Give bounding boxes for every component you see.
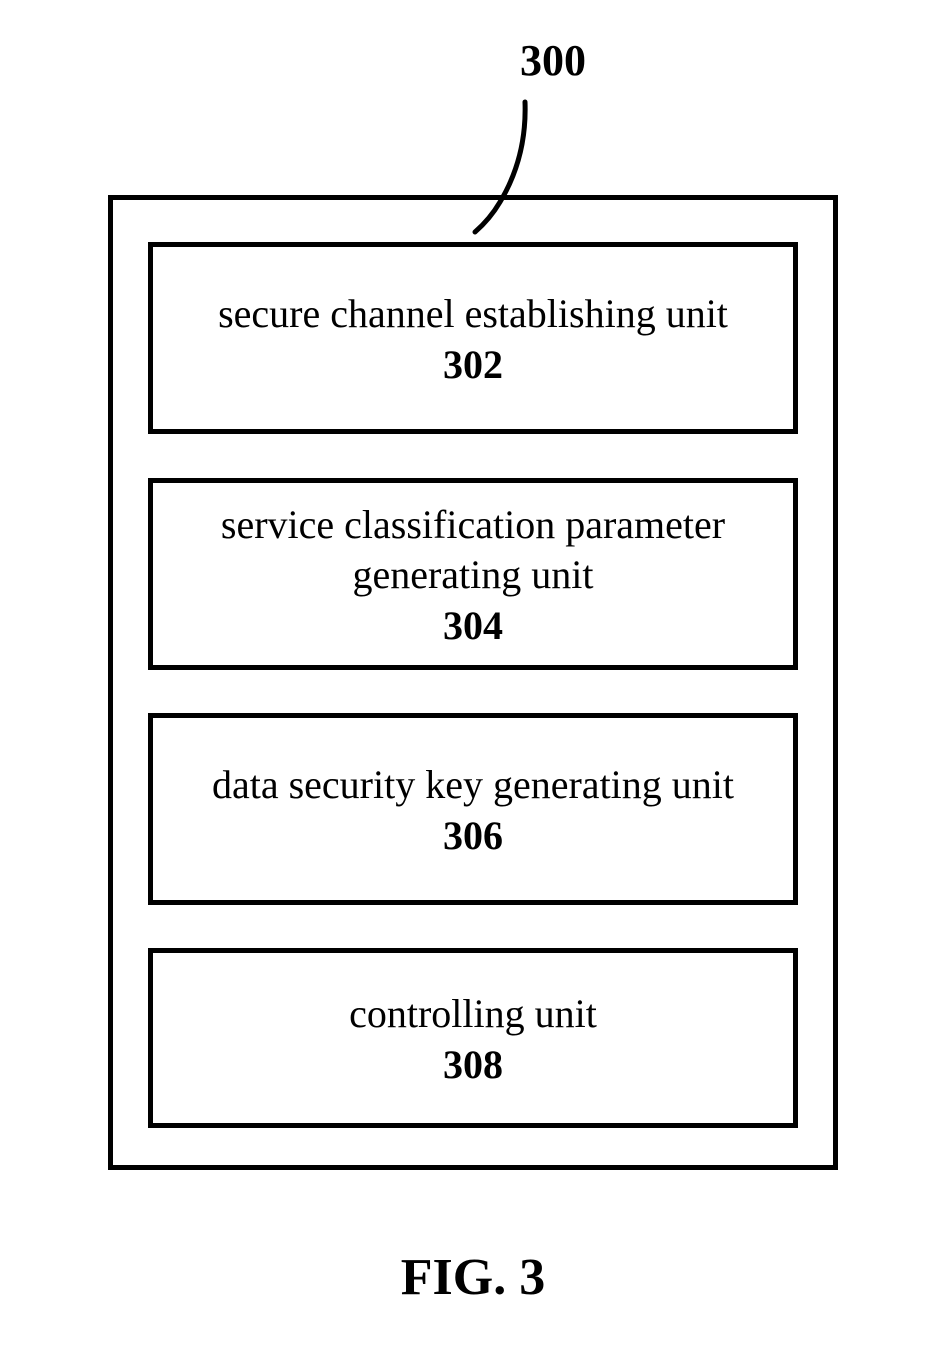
outer-container-300: secure channel establishing unit 302 ser…: [108, 195, 838, 1170]
box-number: 306: [443, 812, 503, 859]
box-number: 304: [443, 602, 503, 649]
box-number: 302: [443, 341, 503, 388]
box-label: secure channel establishing unit: [198, 289, 748, 339]
box-data-security-key-generating-unit: data security key generating unit 306: [148, 713, 798, 905]
callout-number: 300: [520, 36, 586, 85]
box-number: 308: [443, 1041, 503, 1088]
figure-label: FIG. 3: [0, 1248, 946, 1307]
box-label: service classification parameter generat…: [153, 500, 793, 600]
box-controlling-unit: controlling unit 308: [148, 948, 798, 1128]
box-label: controlling unit: [329, 989, 617, 1039]
box-secure-channel-establishing-unit: secure channel establishing unit 302: [148, 242, 798, 434]
box-service-classification-parameter-generating-unit: service classification parameter generat…: [148, 478, 798, 670]
callout-300: 300: [520, 35, 586, 86]
box-label: data security key generating unit: [192, 760, 754, 810]
